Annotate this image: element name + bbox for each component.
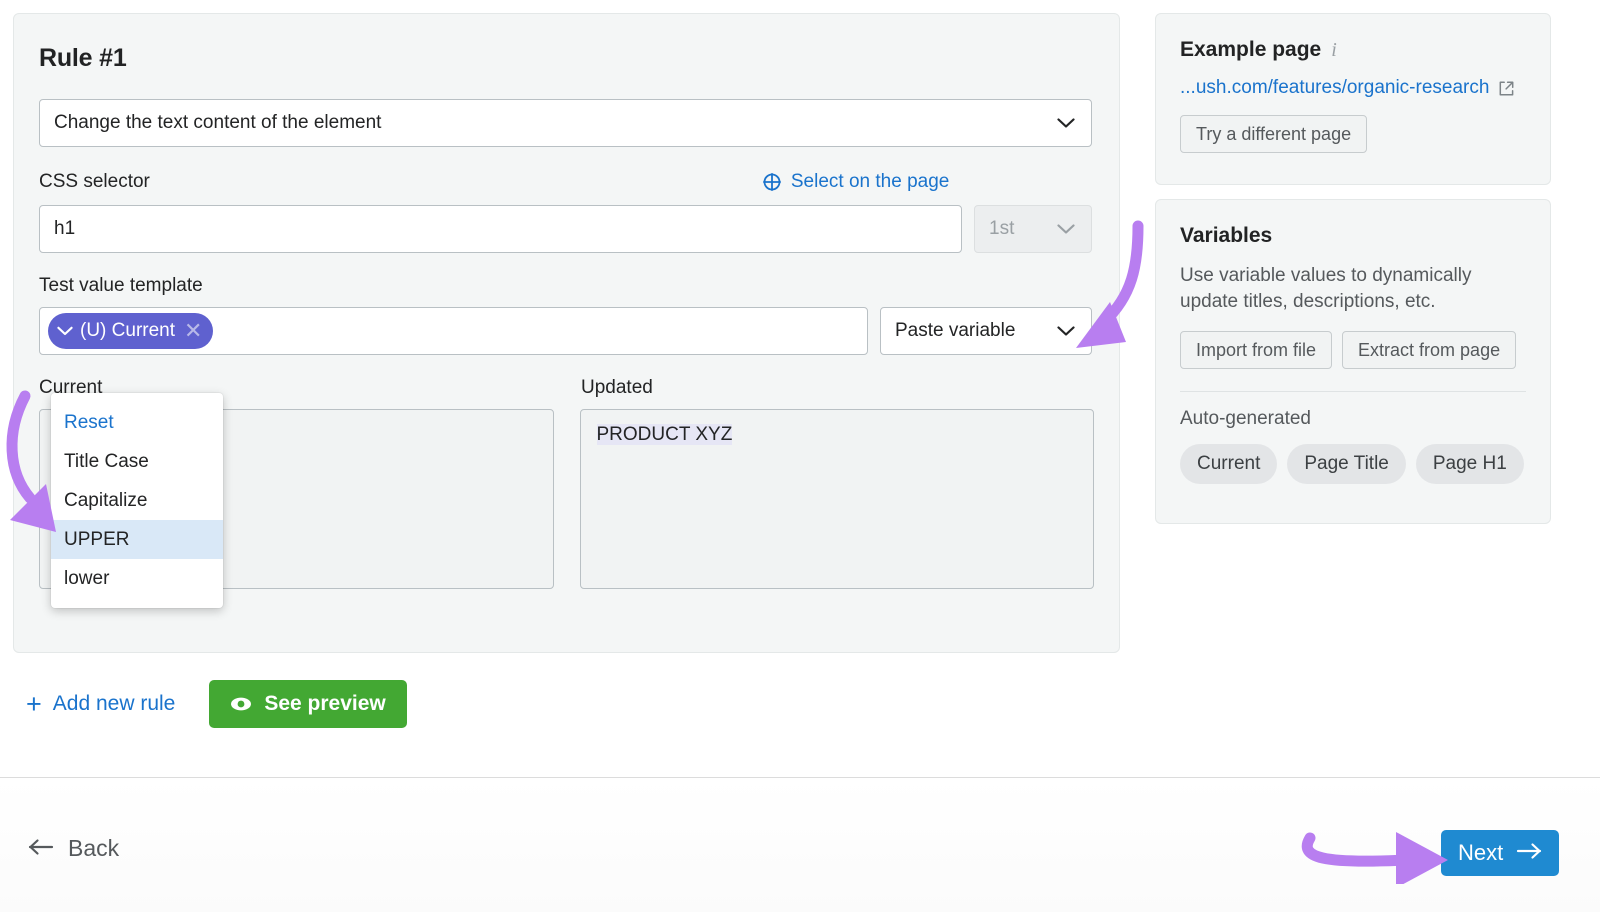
test-value-template-label: Test value template (39, 275, 203, 296)
select-on-page-label: Select on the page (790, 171, 950, 192)
footer-bar (0, 778, 1600, 912)
test-value-template-row: (U) Current ✕ Paste variable (39, 307, 1094, 355)
chevron-down-icon[interactable] (57, 326, 73, 336)
variables-card: Variables Use variable values to dynamic… (1155, 199, 1551, 524)
extract-from-page-button[interactable]: Extract from page (1342, 331, 1517, 370)
updated-preview-label: Updated (581, 377, 653, 398)
app-root: Rule #1 Change the text content of the e… (0, 0, 1600, 912)
variables-description: Use variable values to dynamically updat… (1180, 265, 1472, 313)
back-label: Back (68, 835, 120, 861)
variable-chip-label: (U) Current (80, 320, 176, 341)
chevron-down-icon (1057, 118, 1075, 129)
dropdown-item-upper[interactable]: UPPER (51, 520, 223, 559)
example-page-card: Example page i ...ush.com/features/organ… (1155, 13, 1551, 185)
plus-icon: + (26, 688, 42, 719)
variable-pill-page-h1[interactable]: Page H1 (1415, 444, 1524, 485)
select-on-page-button[interactable]: Select on the page (762, 171, 949, 193)
add-new-rule-label: Add new rule (52, 692, 176, 715)
crosshair-target-icon (762, 172, 782, 192)
see-preview-label: See preview (264, 692, 386, 715)
dropdown-item-title-case[interactable]: Title Case (51, 442, 223, 481)
ordinal-select[interactable]: 1st (974, 205, 1092, 253)
dropdown-item-reset[interactable]: Reset (51, 403, 223, 442)
try-different-page-button[interactable]: Try a different page (1180, 115, 1368, 153)
rule-actions-row: + Add new rule See preview (26, 680, 407, 728)
arrow-right-icon (1516, 840, 1542, 866)
updated-preview-area[interactable]: PRODUCT XYZ (579, 409, 1094, 589)
css-selector-value: h1 (54, 218, 76, 239)
css-selector-row: h1 1st (39, 205, 1094, 253)
updated-preview-value: PRODUCT XYZ (596, 424, 733, 445)
dropdown-item-lower[interactable]: lower (51, 559, 223, 598)
info-icon[interactable]: i (1331, 39, 1337, 62)
import-from-file-button[interactable]: Import from file (1180, 331, 1333, 370)
rule-action-select-value: Change the text content of the element (54, 112, 382, 133)
paste-variable-select[interactable]: Paste variable (880, 307, 1092, 355)
example-page-title-row: Example page i (1180, 38, 1526, 62)
dropdown-item-capitalize[interactable]: Capitalize (51, 481, 223, 520)
css-selector-label: CSS selector (39, 171, 150, 192)
footer-divider (0, 777, 1600, 778)
add-new-rule-button[interactable]: + Add new rule (26, 688, 176, 719)
close-icon[interactable]: ✕ (184, 320, 202, 342)
paste-variable-label: Paste variable (895, 320, 1016, 341)
test-value-template-input[interactable]: (U) Current ✕ (39, 307, 868, 355)
external-link-icon (1498, 80, 1515, 97)
next-button[interactable]: Next (1441, 830, 1560, 876)
chevron-down-icon (1057, 326, 1075, 337)
variable-pill-current[interactable]: Current (1180, 444, 1278, 485)
back-button[interactable]: Back (28, 835, 119, 862)
variables-title: Variables (1180, 224, 1273, 247)
see-preview-button[interactable]: See preview (209, 680, 407, 728)
ordinal-value: 1st (989, 218, 1015, 239)
next-label: Next (1458, 840, 1504, 865)
css-selector-label-row: CSS selector Select on the page (39, 169, 1094, 195)
example-page-url: ...ush.com/features/organic-research (1180, 77, 1490, 98)
rule-action-select[interactable]: Change the text content of the element (39, 99, 1092, 147)
example-page-url-link[interactable]: ...ush.com/features/organic-research (1180, 77, 1526, 99)
auto-generated-label: Auto-generated (1180, 408, 1311, 430)
variable-chip-current[interactable]: (U) Current ✕ (48, 313, 214, 349)
css-selector-input[interactable]: h1 (39, 205, 962, 253)
divider (1180, 391, 1526, 393)
auto-generated-pills-row: Current Page Title Page H1 (1180, 444, 1526, 485)
eye-icon (230, 693, 252, 715)
variables-title-row: Variables (1180, 224, 1526, 248)
example-page-title: Example page (1180, 38, 1322, 61)
text-transform-dropdown-menu[interactable]: Reset Title Case Capitalize UPPER lower (51, 393, 223, 608)
arrow-left-icon (28, 835, 54, 862)
variable-pill-page-title[interactable]: Page Title (1287, 444, 1406, 485)
rule-title: Rule #1 (39, 44, 127, 72)
variables-buttons-row: Import from file Extract from page (1180, 331, 1526, 370)
chevron-down-icon (1057, 224, 1075, 235)
